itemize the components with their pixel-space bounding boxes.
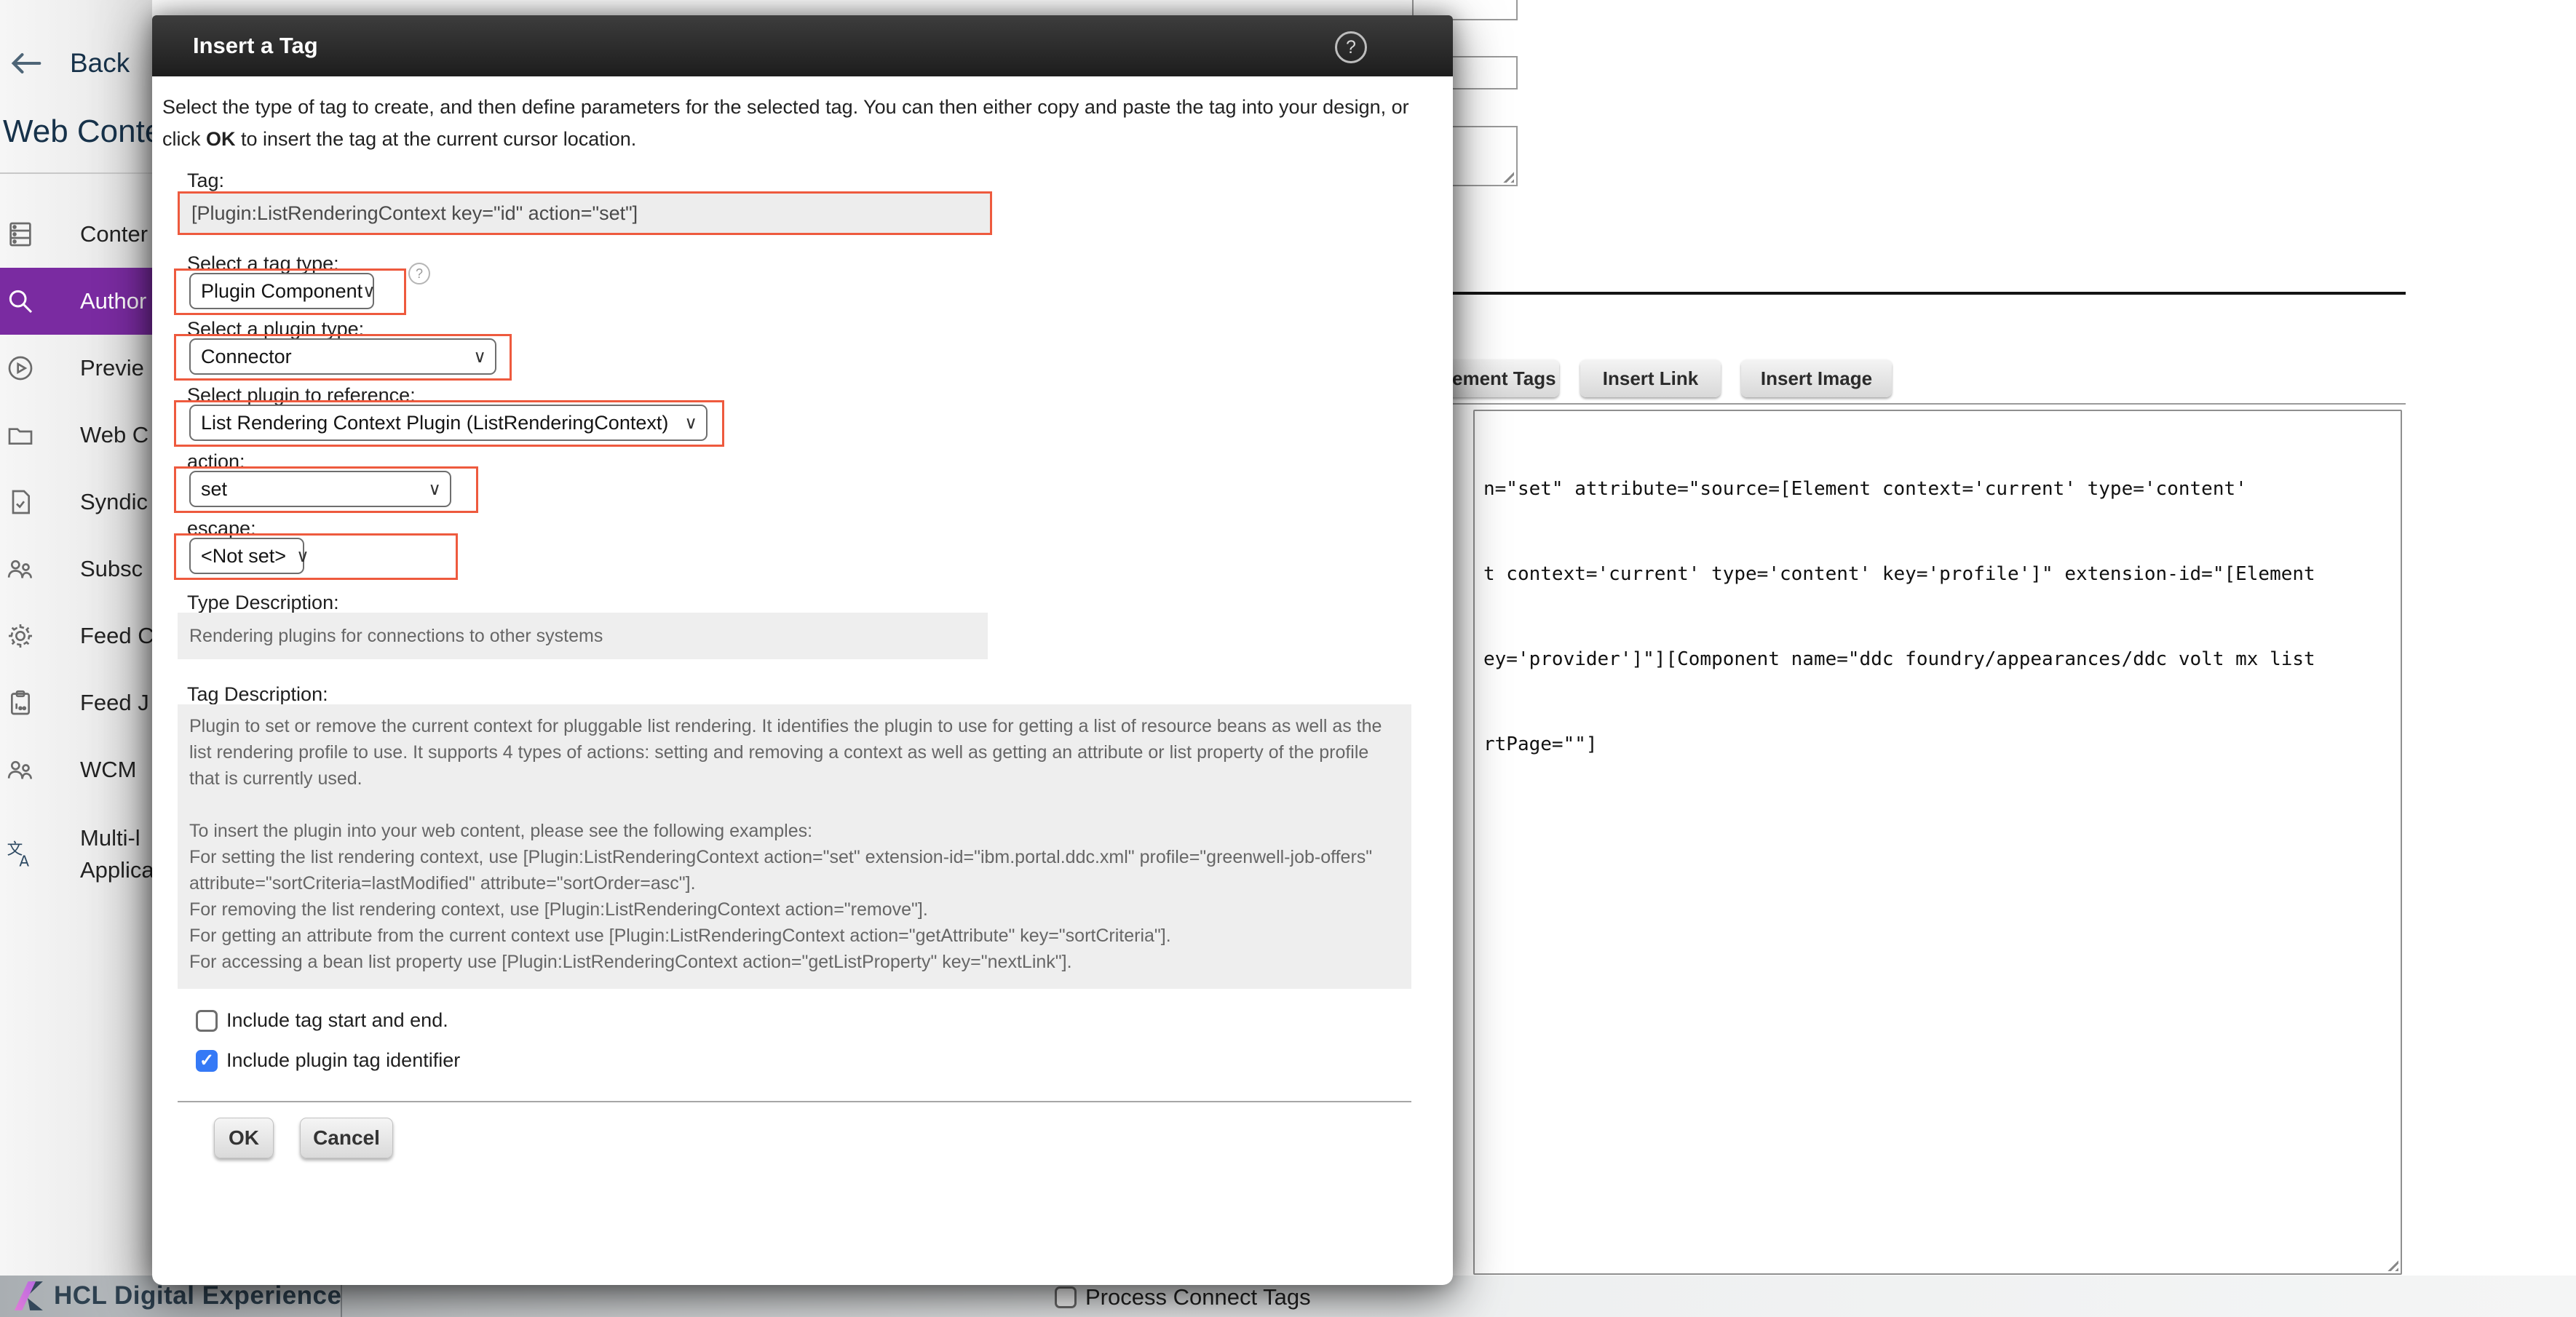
sidebar-item-label: Feed J <box>80 687 149 719</box>
plugin-ref-select[interactable]: List Rendering Context Plugin (ListRende… <box>189 405 708 441</box>
sidebar-item-feed-jobs[interactable]: Feed J <box>0 669 152 736</box>
content-icon <box>6 220 35 249</box>
cancel-button[interactable]: Cancel <box>300 1118 393 1158</box>
back-arrow-icon <box>10 51 42 76</box>
search-icon <box>6 287 35 316</box>
sidebar-title: Web Conter <box>3 114 173 150</box>
document-check-icon <box>6 488 35 517</box>
dialog-title: Insert a Tag <box>193 33 318 59</box>
chevron-down-icon: ∨ <box>428 479 441 500</box>
include-tag-row: ✓ Include tag start and end. <box>196 1009 448 1032</box>
back-label: Back <box>70 48 130 79</box>
gear-icon <box>6 621 35 650</box>
sidebar-item-content[interactable]: Conter <box>0 201 152 268</box>
sidebar-item-label: Web C <box>80 419 148 451</box>
play-circle-icon <box>6 354 35 383</box>
chevron-down-icon: ∨ <box>684 413 697 434</box>
folder-icon <box>6 421 35 450</box>
ok-button[interactable]: OK <box>214 1118 274 1158</box>
tag-description-box: Plugin to set or remove the current cont… <box>178 704 1411 989</box>
sidebar-divider <box>0 172 152 174</box>
process-connect-tags-label: Process Connect Tags <box>1085 1284 1311 1310</box>
sidebar-item-label: Feed C <box>80 620 154 652</box>
sidebar-item-label: WCM <box>80 754 136 786</box>
sidebar-item-wcm[interactable]: WCM <box>0 736 152 803</box>
sidebar-item-subscribers[interactable]: Subsc <box>0 536 152 602</box>
dialog-divider <box>178 1101 1411 1102</box>
include-plugin-row: ✓ Include plugin tag identifier <box>196 1049 460 1072</box>
sidebar-item-label: Previe <box>80 352 144 384</box>
insert-image-button[interactable]: Insert Image <box>1741 359 1892 397</box>
back-button[interactable]: Back <box>0 38 152 89</box>
sidebar-item-label: Author <box>80 285 146 317</box>
tag-type-help-icon[interactable]: ? <box>408 263 430 285</box>
dialog-titlebar: Insert a Tag ? <box>152 15 1453 76</box>
tag-description-label: Tag Description: <box>187 683 328 706</box>
include-tag-label: Include tag start and end. <box>226 1009 448 1032</box>
insert-tag-dialog: Insert a Tag ? Select the type of tag to… <box>152 15 1453 1285</box>
page: Back Web Conter Conter Author <box>0 0 2576 1317</box>
sidebar-item-label: Syndic <box>80 486 148 518</box>
plugin-type-select[interactable]: Connector∨ <box>189 338 496 375</box>
sidebar-nav: Conter Author Previe Web C <box>0 201 152 905</box>
action-select[interactable]: set∨ <box>189 471 451 507</box>
people-icon <box>6 554 35 584</box>
include-plugin-label: Include plugin tag identifier <box>226 1049 460 1072</box>
process-connect-tags-row: ✓ Process Connect Tags <box>1055 1284 1311 1310</box>
tag-field[interactable]: [Plugin:ListRenderingContext key="id" ac… <box>178 191 992 235</box>
process-connect-tags-checkbox[interactable]: ✓ <box>1055 1286 1077 1308</box>
sidebar-item-label: Conter <box>80 218 148 250</box>
markup-code: n="set" attribute="source=[Element conte… <box>1483 418 2395 816</box>
sidebar-item-authoring[interactable]: Author <box>0 268 152 335</box>
section-rule <box>1453 292 2406 295</box>
clipboard-icon <box>6 688 35 717</box>
resize-handle-icon[interactable] <box>1499 168 1514 183</box>
sidebar: Back Web Conter Conter Author <box>0 0 152 1276</box>
tag-value: [Plugin:ListRenderingContext key="id" ac… <box>191 202 638 225</box>
toolbar-divider <box>1453 403 2406 405</box>
sidebar-item-preview[interactable]: Previe <box>0 335 152 402</box>
type-description-label: Type Description: <box>187 592 339 614</box>
help-icon[interactable]: ? <box>1335 31 1367 63</box>
sidebar-item-label: Subsc <box>80 553 143 585</box>
insert-link-button[interactable]: Insert Link <box>1580 359 1721 397</box>
include-tag-checkbox[interactable]: ✓ <box>196 1010 218 1032</box>
people-icon <box>6 755 35 784</box>
escape-select[interactable]: <Not set>∨ <box>189 538 304 574</box>
translate-icon: 文 A <box>6 840 35 869</box>
sidebar-item-label: Multi-lApplica <box>80 822 154 886</box>
type-description-box: Rendering plugins for connections to oth… <box>178 613 988 659</box>
tag-type-select[interactable]: Plugin Component∨ <box>189 273 374 309</box>
sidebar-item-web-content[interactable]: Web C <box>0 402 152 469</box>
sidebar-item-syndication[interactable]: Syndic <box>0 469 152 536</box>
svg-text:A: A <box>19 853 29 869</box>
include-plugin-checkbox[interactable]: ✓ <box>196 1050 218 1072</box>
chevron-down-icon: ∨ <box>362 281 376 302</box>
hcl-logo-icon <box>10 1278 45 1313</box>
tag-label: Tag: <box>187 170 224 192</box>
dialog-intro-text: Select the type of tag to create, and th… <box>162 91 1436 155</box>
chevron-down-icon: ∨ <box>296 546 309 567</box>
markup-textarea[interactable]: n="set" attribute="source=[Element conte… <box>1473 410 2402 1275</box>
sidebar-item-feed-configurations[interactable]: Feed C <box>0 602 152 669</box>
chevron-down-icon: ∨ <box>473 346 486 367</box>
sidebar-item-multilingual-applications[interactable]: 文 A Multi-lApplica <box>0 803 152 905</box>
resize-handle-icon[interactable] <box>2384 1257 2398 1271</box>
hcl-logo-text: HCL Digital Experience <box>54 1281 341 1310</box>
